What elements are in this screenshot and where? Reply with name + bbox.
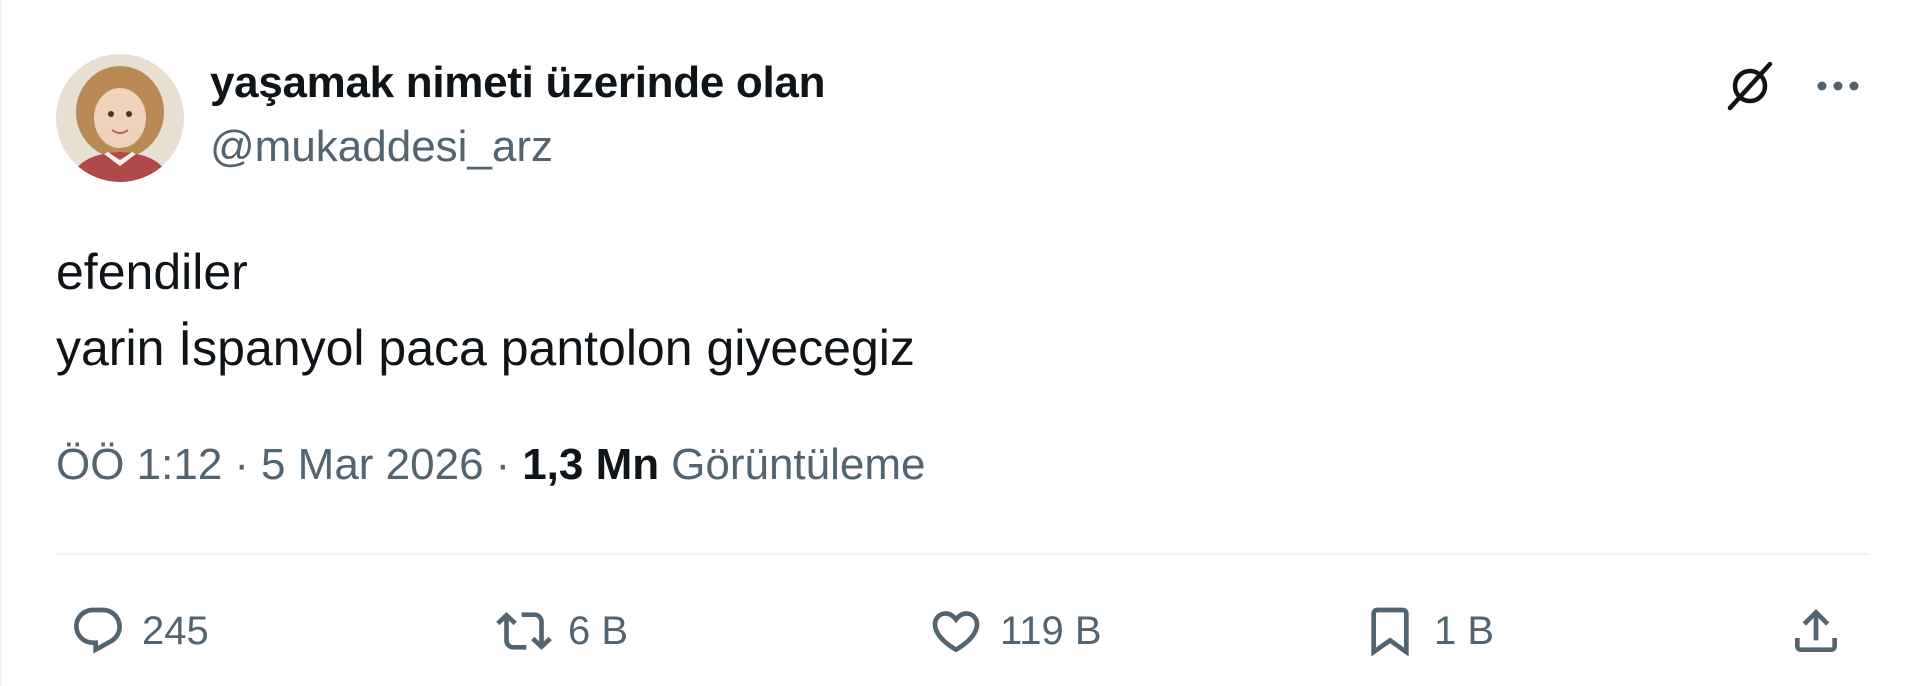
like-icon	[932, 611, 980, 653]
tweet-text: efendiler yarin İspanyol paca pantolon g…	[56, 234, 915, 386]
reply-count: 245	[142, 608, 209, 653]
grok-button[interactable]	[1716, 52, 1784, 120]
author-display-name[interactable]: yaşamak nimeti üzerinde olan	[210, 58, 825, 108]
tweet-date[interactable]: 5 Mar 2026	[261, 440, 484, 490]
grok-icon	[1727, 61, 1773, 111]
repost-count: 6 B	[568, 608, 629, 653]
tweet-time[interactable]: ÖÖ 1:12	[56, 440, 222, 490]
bookmark-icon	[1371, 607, 1409, 657]
avatar-image	[56, 54, 184, 182]
tweet-line: yarin İspanyol paca pantolon giyecegiz	[56, 320, 915, 376]
views-count: 1,3 Mn	[522, 440, 660, 489]
reply-button[interactable]: 245	[70, 596, 209, 666]
repost-button[interactable]: 6 B	[496, 596, 628, 666]
divider	[56, 553, 1868, 555]
avatar[interactable]	[56, 54, 184, 182]
tweet-card: yaşamak nimeti üzerinde olan @mukaddesi_…	[0, 0, 1924, 686]
like-count: 119 B	[1000, 608, 1102, 653]
views-label: Görüntüleme	[671, 440, 926, 489]
like-button[interactable]: 119 B	[928, 596, 1102, 666]
reply-icon	[74, 607, 122, 654]
meta-separator: ·	[234, 440, 249, 489]
share-button[interactable]	[1788, 596, 1844, 666]
more-options-button[interactable]	[1804, 52, 1872, 120]
author-handle[interactable]: @mukaddesi_arz	[210, 122, 553, 172]
repost-icon	[496, 612, 552, 650]
meta-separator: ·	[495, 440, 511, 489]
bookmark-button[interactable]: 1 B	[1362, 596, 1494, 666]
tweet-meta: ÖÖ 1:12 · 5 Mar 2026 · 1,3 Mn Görüntülem…	[56, 440, 925, 490]
share-icon	[1795, 609, 1837, 652]
tweet-line: efendiler	[56, 244, 248, 300]
more-icon	[1817, 81, 1859, 91]
bookmark-count: 1 B	[1434, 608, 1495, 653]
